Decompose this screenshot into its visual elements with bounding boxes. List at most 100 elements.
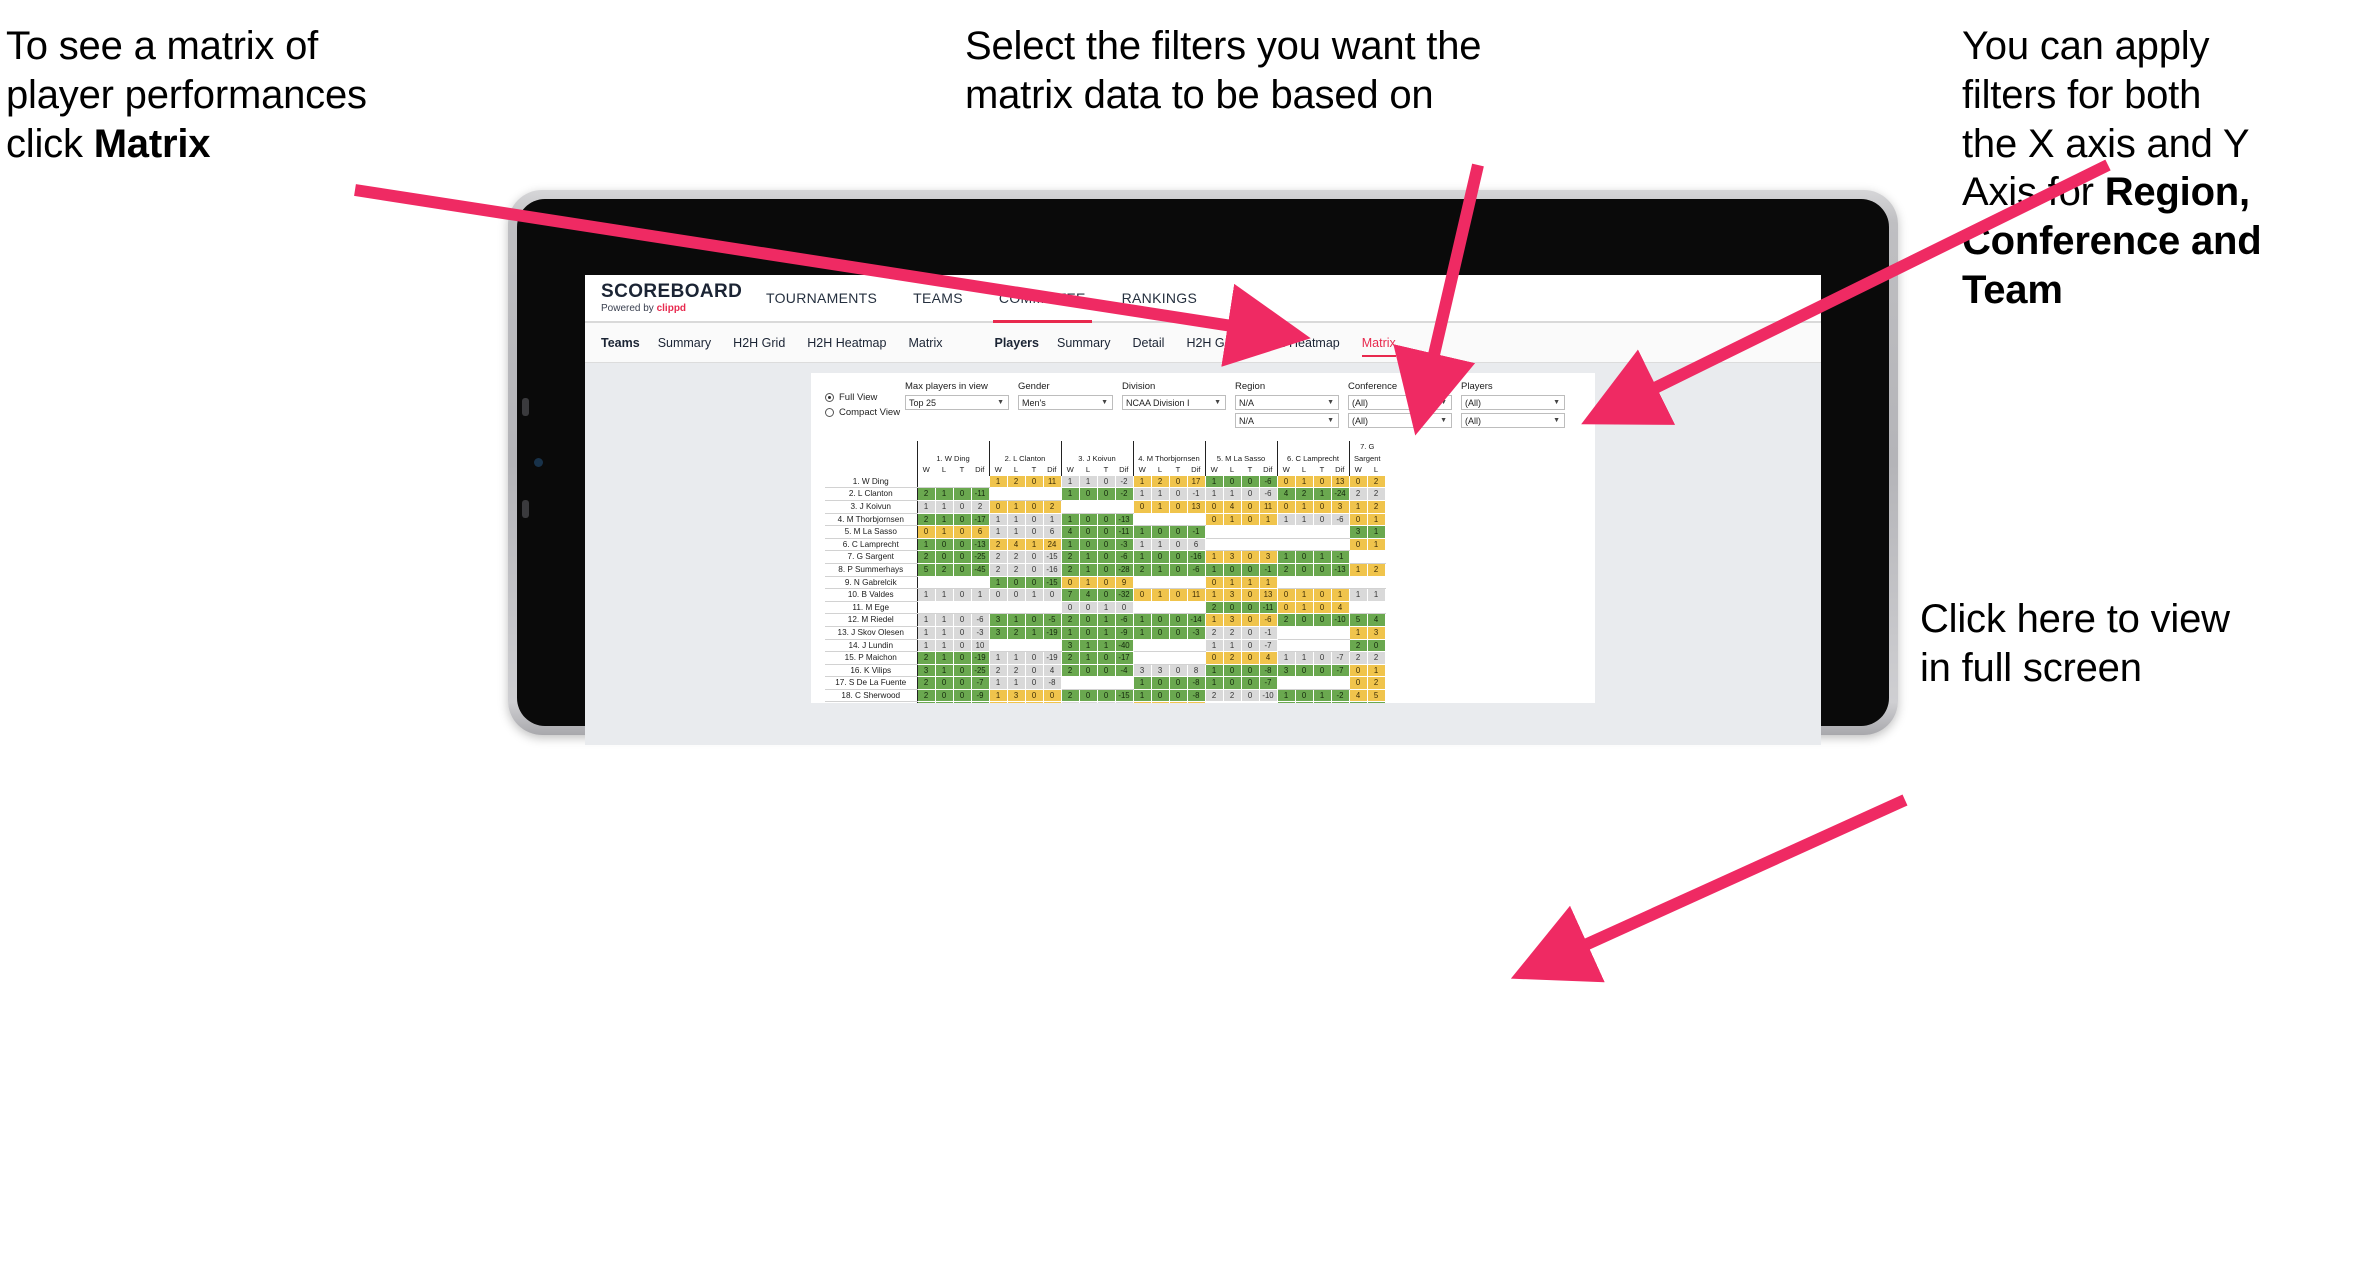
matrix-cell[interactable]: 1 — [1367, 538, 1386, 552]
matrix-cell[interactable] — [988, 487, 1008, 501]
matrix-cell[interactable]: -24 — [1331, 487, 1350, 501]
matrix-cell[interactable]: -10 — [1331, 613, 1350, 627]
matrix-cell[interactable]: -6 — [1115, 613, 1134, 627]
matrix-cell[interactable]: 0 — [1079, 487, 1098, 501]
matrix-cell[interactable]: 1 — [1204, 550, 1224, 564]
matrix-cell[interactable] — [1151, 651, 1170, 665]
matrix-cell[interactable]: -7 — [1331, 651, 1350, 665]
matrix-cell[interactable] — [1187, 513, 1206, 527]
matrix-cell[interactable]: 13 — [1259, 588, 1278, 602]
matrix-cell[interactable] — [953, 576, 972, 590]
matrix-cell[interactable]: -6 — [1187, 563, 1206, 577]
matrix-cell[interactable]: 2 — [1132, 563, 1152, 577]
select-max-players[interactable]: Top 25 ▼ — [905, 395, 1009, 410]
matrix-cell[interactable]: 2 — [1060, 664, 1080, 678]
matrix-cell[interactable]: 0 — [1241, 550, 1260, 564]
matrix-cell[interactable]: 1 — [935, 487, 954, 501]
matrix-cell[interactable]: 1 — [1097, 613, 1116, 627]
matrix-cell[interactable]: 0 — [1241, 626, 1260, 640]
matrix-cell[interactable]: 1 — [1367, 588, 1386, 602]
matrix-cell[interactable]: 1 — [1276, 513, 1296, 527]
matrix-cell[interactable] — [953, 475, 972, 489]
matrix-cell[interactable]: -6 — [1259, 487, 1278, 501]
matrix-cell[interactable]: 1 — [935, 651, 954, 665]
matrix-cell[interactable]: 1 — [1295, 601, 1314, 615]
matrix-cell[interactable]: 0 — [1223, 563, 1242, 577]
matrix-cell[interactable]: 2 — [1060, 613, 1080, 627]
matrix-cell[interactable]: 0 — [1276, 588, 1296, 602]
matrix-cell[interactable] — [1169, 639, 1188, 653]
matrix-cell[interactable]: 0 — [953, 538, 972, 552]
matrix-cell[interactable]: 0 — [1169, 701, 1188, 703]
matrix-cell[interactable]: 1 — [1060, 701, 1080, 703]
subnav-players-summary[interactable]: Summary — [1057, 323, 1110, 362]
matrix-cell[interactable]: 1 — [1204, 664, 1224, 678]
matrix-cell[interactable]: 1 — [988, 576, 1008, 590]
matrix-cell[interactable]: 0 — [1313, 664, 1332, 678]
matrix-cell[interactable]: 1 — [1204, 487, 1224, 501]
select-gender[interactable]: Men's ▼ — [1018, 395, 1113, 410]
matrix-cell[interactable]: -10 — [1259, 689, 1278, 703]
matrix-cell[interactable]: 2 — [1043, 500, 1062, 514]
matrix-cell[interactable] — [1241, 525, 1260, 539]
matrix-cell[interactable]: 0 — [1169, 563, 1188, 577]
matrix-cell[interactable]: 3 — [1276, 664, 1296, 678]
select-players-y[interactable]: (All) ▼ — [1461, 413, 1565, 428]
matrix-cell[interactable]: 0 — [916, 525, 936, 539]
matrix-cell[interactable]: 1 — [1060, 475, 1080, 489]
matrix-cell[interactable]: 3 — [1331, 500, 1350, 514]
matrix-cell[interactable]: 0 — [1025, 701, 1044, 703]
subnav-players-h2h-heatmap[interactable]: H2H Heatmap — [1261, 323, 1340, 362]
matrix-cell[interactable] — [1331, 538, 1350, 552]
matrix-cell[interactable] — [953, 601, 972, 615]
matrix-cell[interactable]: -27 — [971, 701, 990, 703]
matrix-cell[interactable]: 0 — [953, 513, 972, 527]
matrix-cell[interactable] — [1367, 550, 1386, 564]
matrix-cell[interactable]: 0 — [953, 613, 972, 627]
matrix-cell[interactable]: 0 — [1079, 513, 1098, 527]
matrix-cell[interactable]: 0 — [1241, 613, 1260, 627]
matrix-cell[interactable]: 2 — [1276, 613, 1296, 627]
select-players-x[interactable]: (All) ▼ — [1461, 395, 1565, 410]
matrix-cell[interactable]: 0 — [1025, 664, 1044, 678]
matrix-cell[interactable]: 4 — [1223, 500, 1242, 514]
matrix-cell[interactable]: -25 — [971, 664, 990, 678]
matrix-cell[interactable] — [1151, 513, 1170, 527]
matrix-cell[interactable] — [1295, 576, 1314, 590]
matrix-cell[interactable]: -6 — [971, 613, 990, 627]
matrix-cell[interactable] — [1204, 701, 1224, 703]
matrix-cell[interactable]: 2 — [988, 550, 1008, 564]
matrix-cell[interactable]: 1 — [1313, 487, 1332, 501]
matrix-cell[interactable]: 0 — [1348, 538, 1368, 552]
matrix-cell[interactable]: -19 — [971, 651, 990, 665]
matrix-cell[interactable]: -11 — [971, 487, 990, 501]
matrix-cell[interactable]: 3 — [1223, 588, 1242, 602]
matrix-cell[interactable]: 0 — [1079, 601, 1098, 615]
matrix-cell[interactable]: 2 — [1007, 550, 1026, 564]
matrix-cell[interactable]: 2 — [1223, 651, 1242, 665]
matrix-cell[interactable]: -3 — [1187, 626, 1206, 640]
matrix-cell[interactable]: 0 — [1313, 563, 1332, 577]
matrix-cell[interactable] — [1276, 576, 1296, 590]
matrix-cell[interactable]: 1 — [988, 525, 1008, 539]
matrix-cell[interactable] — [1276, 626, 1296, 640]
matrix-cell[interactable] — [1331, 576, 1350, 590]
matrix-cell[interactable]: 1 — [935, 588, 954, 602]
matrix-cell[interactable] — [1331, 639, 1350, 653]
matrix-cell[interactable]: -7 — [971, 676, 990, 690]
matrix-cell[interactable]: 1 — [1060, 513, 1080, 527]
matrix-column-header[interactable]: 4. M Thorbjornsen — [1132, 441, 1205, 465]
matrix-cell[interactable] — [1007, 487, 1026, 501]
matrix-cell[interactable] — [971, 475, 990, 489]
matrix-cell[interactable]: 0 — [953, 626, 972, 640]
matrix-cell[interactable]: 2 — [988, 664, 1008, 678]
matrix-cell[interactable] — [1295, 538, 1314, 552]
matrix-cell[interactable]: 0 — [1169, 500, 1188, 514]
select-conference-y[interactable]: (All) ▼ — [1348, 413, 1452, 428]
matrix-cell[interactable]: 0 — [1079, 626, 1098, 640]
matrix-cell[interactable]: 5 — [916, 563, 936, 577]
matrix-cell[interactable]: -6 — [1115, 550, 1134, 564]
matrix-cell[interactable]: 2 — [971, 500, 990, 514]
matrix-cell[interactable]: 1 — [1241, 576, 1260, 590]
matrix-cell[interactable]: 0 — [1060, 576, 1080, 590]
